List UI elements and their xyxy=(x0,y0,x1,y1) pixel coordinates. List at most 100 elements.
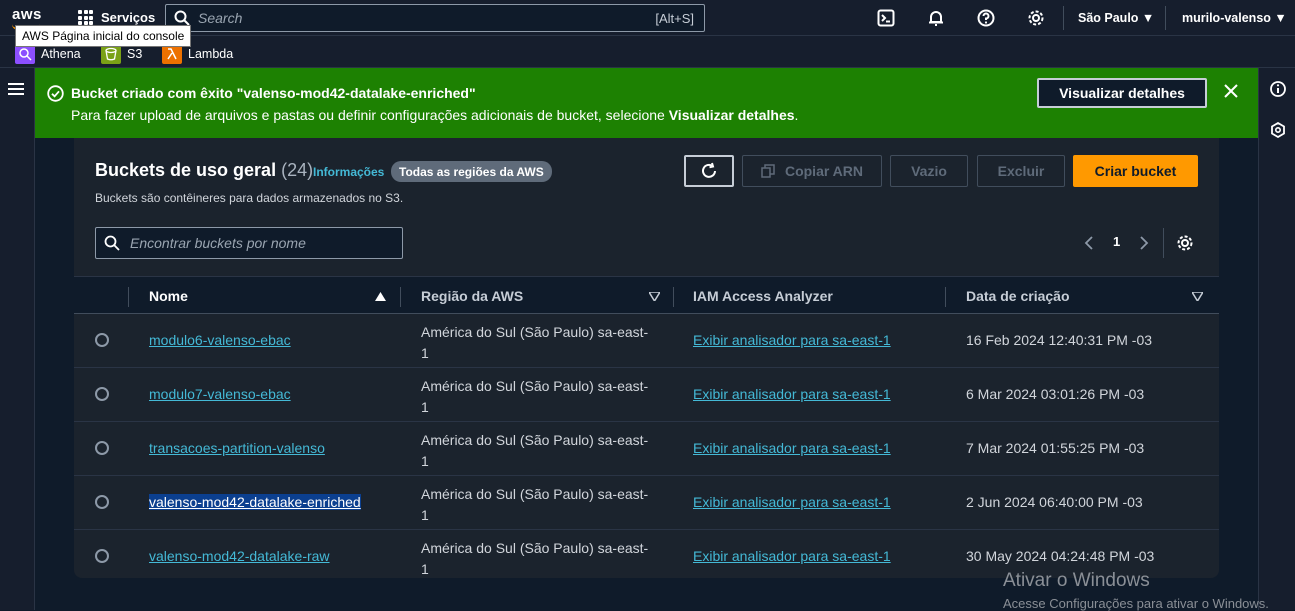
table-header: Nome Região da AWS IAM Access Analyzer D… xyxy=(74,276,1219,314)
left-rail xyxy=(0,68,35,610)
services-menu-button[interactable]: Serviços xyxy=(78,10,155,25)
region-text: América do Sul (São Paulo) sa-east- xyxy=(421,540,649,556)
sort-icon[interactable] xyxy=(649,292,660,301)
creation-date: 30 May 2024 04:24:48 PM -03 xyxy=(966,548,1155,564)
favorite-label: Athena xyxy=(41,47,81,61)
row-radio[interactable] xyxy=(95,549,109,563)
copy-arn-label: Copiar ARN xyxy=(784,163,864,179)
creation-date: 7 Mar 2024 01:55:25 PM -03 xyxy=(966,440,1145,456)
bucket-name-link[interactable]: transacoes-partition-valenso xyxy=(149,440,325,456)
account-menu[interactable]: murilo-valenso ▼ xyxy=(1182,11,1287,25)
favorite-s3[interactable]: S3 xyxy=(101,44,142,64)
favorite-label: S3 xyxy=(127,47,143,61)
sort-icon[interactable] xyxy=(1192,292,1203,301)
next-page-icon[interactable] xyxy=(1138,235,1150,251)
iam-analyzer-link[interactable]: Exibir analisador para sa-east-1 xyxy=(693,494,891,510)
bucket-name-link[interactable]: valenso-mod42-datalake-enriched xyxy=(149,494,361,510)
grid-icon xyxy=(78,10,93,25)
refresh-icon xyxy=(702,162,716,178)
region-cell: América do Sul (São Paulo) sa-east- 1 xyxy=(421,484,661,526)
column-header-region[interactable]: Região da AWS xyxy=(421,288,523,304)
region-cell: América do Sul (São Paulo) sa-east- 1 xyxy=(421,322,661,364)
table-row[interactable]: modulo6-valenso-ebac América do Sul (São… xyxy=(74,314,1219,368)
caret-down-icon: ▼ xyxy=(1141,11,1155,25)
top-navigation-bar: aws Serviços Search [Alt+S] São Paulo ▼ … xyxy=(0,0,1295,36)
sort-ascending-icon[interactable] xyxy=(375,292,386,301)
favorite-athena[interactable]: Athena xyxy=(15,44,81,64)
info-panel-icon[interactable] xyxy=(1270,81,1286,97)
view-details-button[interactable]: Visualizar detalhes xyxy=(1037,78,1207,108)
flash-desc-suffix: . xyxy=(794,107,799,123)
copy-arn-button[interactable]: Copiar ARN xyxy=(742,155,882,187)
table-row[interactable]: valenso-mod42-datalake-enriched América … xyxy=(74,476,1219,530)
windows-activation-subtext: Acesse Configurações para ativar o Windo… xyxy=(1003,596,1269,611)
favorite-label: Lambda xyxy=(188,47,234,61)
filter-placeholder: Encontrar buckets por nome xyxy=(130,235,306,251)
hexagon-settings-icon[interactable] xyxy=(1270,122,1286,138)
iam-analyzer-link[interactable]: Exibir analisador para sa-east-1 xyxy=(693,440,891,456)
lambda-icon xyxy=(162,44,182,64)
hamburger-menu-icon[interactable] xyxy=(8,82,24,96)
region-cell: América do Sul (São Paulo) sa-east- 1 xyxy=(421,430,661,472)
creation-date: 6 Mar 2024 03:01:26 PM -03 xyxy=(966,386,1145,402)
row-radio[interactable] xyxy=(95,333,109,347)
region-selector[interactable]: São Paulo ▼ xyxy=(1078,11,1154,25)
close-icon[interactable] xyxy=(1223,83,1239,99)
table-row[interactable]: transacoes-partition-valenso América do … xyxy=(74,422,1219,476)
create-bucket-button[interactable]: Criar bucket xyxy=(1073,155,1198,187)
s3-bucket-icon xyxy=(101,44,121,64)
all-regions-badge: Todas as regiões da AWS xyxy=(391,161,552,182)
row-radio[interactable] xyxy=(95,495,109,509)
previous-page-icon[interactable] xyxy=(1083,235,1095,251)
region-text: América do Sul (São Paulo) sa-east- xyxy=(421,486,649,502)
favorite-lambda[interactable]: Lambda xyxy=(162,44,233,64)
help-icon[interactable] xyxy=(977,9,995,27)
panel-title-text: Buckets de uso geral xyxy=(95,160,277,180)
cloudshell-icon[interactable] xyxy=(877,9,895,27)
search-icon xyxy=(174,10,190,26)
separator xyxy=(1165,6,1166,30)
column-separator xyxy=(673,287,674,307)
region-text-wrap: 1 xyxy=(421,345,429,361)
flash-title: Bucket criado com êxito "valenso-mod42-d… xyxy=(71,85,476,101)
bucket-name-link[interactable]: valenso-mod42-datalake-raw xyxy=(149,548,330,564)
refresh-button[interactable] xyxy=(684,155,734,187)
aws-logo-text: aws xyxy=(12,6,42,23)
iam-analyzer-link[interactable]: Exibir analisador para sa-east-1 xyxy=(693,548,891,564)
bucket-name-link[interactable]: modulo6-valenso-ebac xyxy=(149,332,291,348)
region-text-wrap: 1 xyxy=(421,507,429,523)
success-check-icon xyxy=(47,85,64,102)
iam-analyzer-link[interactable]: Exibir analisador para sa-east-1 xyxy=(693,332,891,348)
creation-date: 16 Feb 2024 12:40:31 PM -03 xyxy=(966,332,1153,348)
table-row[interactable]: modulo7-valenso-ebac América do Sul (São… xyxy=(74,368,1219,422)
panel-description: Buckets são contêineres para dados armaz… xyxy=(95,191,404,205)
aws-logo[interactable]: aws xyxy=(12,6,42,30)
column-header-creation-date[interactable]: Data de criação xyxy=(966,288,1070,304)
console-home-tooltip: AWS Página inicial do console xyxy=(15,25,192,47)
success-flash-banner: Bucket criado com êxito "valenso-mod42-d… xyxy=(35,68,1258,138)
row-radio[interactable] xyxy=(95,387,109,401)
bucket-name-link[interactable]: modulo7-valenso-ebac xyxy=(149,386,291,402)
column-header-iam: IAM Access Analyzer xyxy=(693,288,833,304)
user-label: murilo-valenso xyxy=(1182,11,1271,25)
global-search-input[interactable]: Search [Alt+S] xyxy=(165,4,705,32)
right-rail xyxy=(1258,68,1295,610)
region-text: América do Sul (São Paulo) sa-east- xyxy=(421,378,649,394)
search-shortcut: [Alt+S] xyxy=(655,10,694,26)
column-separator xyxy=(128,287,129,307)
region-label: São Paulo xyxy=(1078,11,1139,25)
caret-down-icon: ▼ xyxy=(1274,11,1287,25)
current-page-number[interactable]: 1 xyxy=(1113,234,1120,249)
search-icon xyxy=(104,235,120,251)
iam-analyzer-link[interactable]: Exibir analisador para sa-east-1 xyxy=(693,386,891,402)
column-header-name[interactable]: Nome xyxy=(149,288,188,304)
delete-button[interactable]: Excluir xyxy=(977,155,1065,187)
settings-gear-icon[interactable] xyxy=(1027,9,1045,27)
info-link[interactable]: Informações xyxy=(313,165,384,179)
table-preferences-gear-icon[interactable] xyxy=(1176,234,1194,252)
bucket-filter-input[interactable]: Encontrar buckets por nome xyxy=(95,227,403,259)
empty-button[interactable]: Vazio xyxy=(890,155,968,187)
region-cell: América do Sul (São Paulo) sa-east- 1 xyxy=(421,538,661,580)
notifications-bell-icon[interactable] xyxy=(927,9,945,27)
row-radio[interactable] xyxy=(95,441,109,455)
